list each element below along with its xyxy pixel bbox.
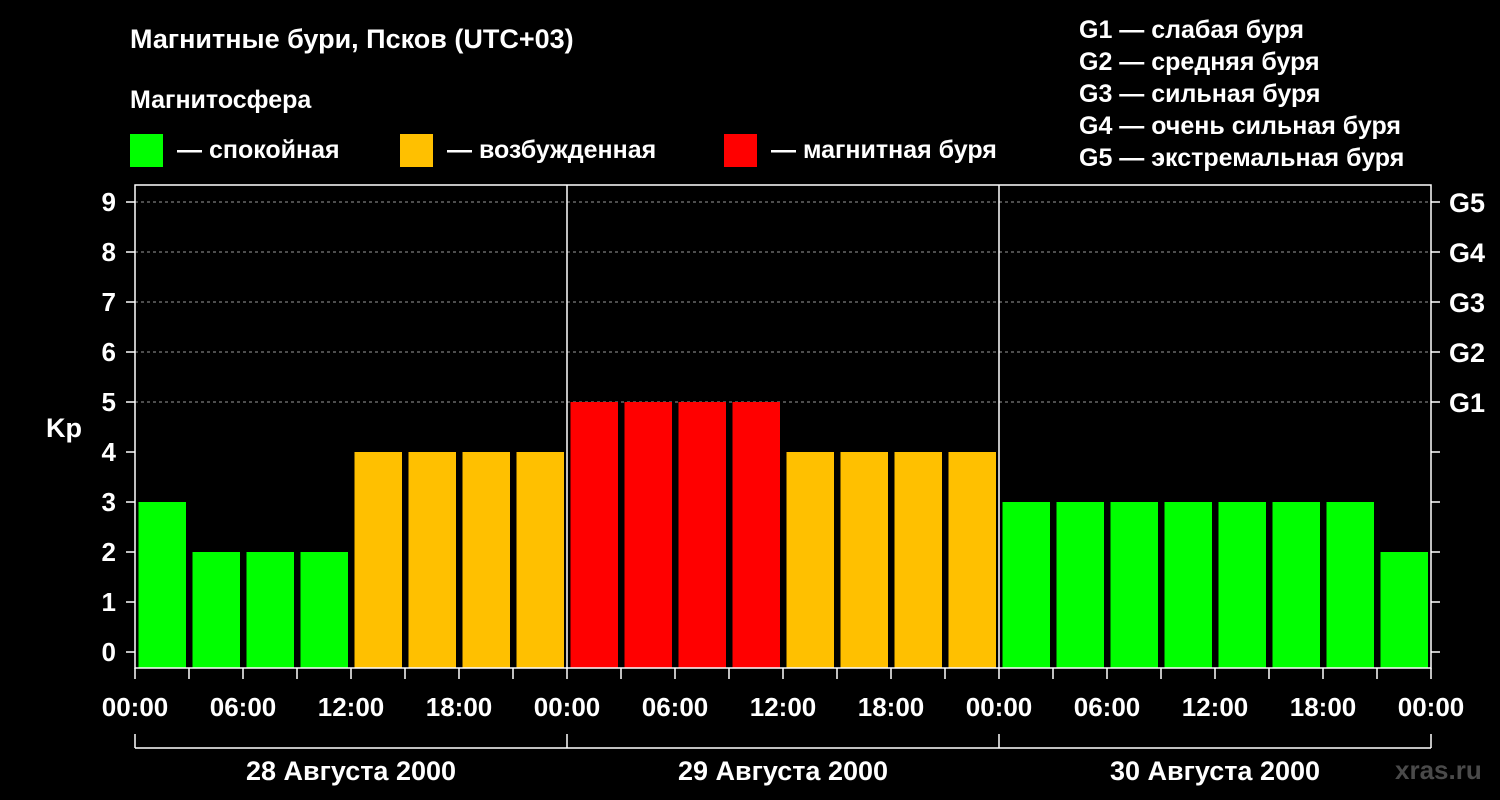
watermark: xras.ru <box>1395 755 1482 785</box>
bar-0 <box>138 502 186 668</box>
bar-18 <box>1110 502 1158 668</box>
bar-7 <box>516 452 564 668</box>
x-tick-label-0: 00:00 <box>102 692 169 722</box>
x-tick-label-5: 06:00 <box>642 692 709 722</box>
bar-20 <box>1218 502 1266 668</box>
y-tick-label-5: 5 <box>102 387 116 417</box>
y-tick-label-6: 6 <box>102 337 116 367</box>
g-scale-label-G5: G5 <box>1449 188 1485 218</box>
bar-4 <box>354 452 402 668</box>
bar-21 <box>1272 502 1320 668</box>
bar-15 <box>948 452 996 668</box>
g-scale-label-G1: G1 <box>1449 388 1485 418</box>
bar-11 <box>732 402 780 668</box>
day-label-1: 29 Августа 2000 <box>678 756 888 786</box>
y-tick-label-8: 8 <box>102 237 116 267</box>
day-label-0: 28 Августа 2000 <box>246 756 456 786</box>
x-tick-label-9: 06:00 <box>1074 692 1141 722</box>
x-tick-label-8: 00:00 <box>966 692 1033 722</box>
g-scale-label-G4: G4 <box>1449 238 1485 268</box>
y-tick-label-9: 9 <box>102 187 116 217</box>
bar-5 <box>408 452 456 668</box>
x-tick-label-10: 12:00 <box>1182 692 1249 722</box>
bar-6 <box>462 452 510 668</box>
bar-12 <box>786 452 834 668</box>
y-tick-label-1: 1 <box>102 587 116 617</box>
bar-8 <box>570 402 618 668</box>
x-tick-label-7: 18:00 <box>858 692 925 722</box>
y-tick-label-4: 4 <box>102 437 117 467</box>
x-tick-label-4: 00:00 <box>534 692 601 722</box>
y-tick-label-3: 3 <box>102 487 116 517</box>
bar-23 <box>1380 552 1428 668</box>
y-tick-label-0: 0 <box>102 637 116 667</box>
day-label-2: 30 Августа 2000 <box>1110 756 1320 786</box>
bar-19 <box>1164 502 1212 668</box>
bar-16 <box>1002 502 1050 668</box>
bar-10 <box>678 402 726 668</box>
x-tick-label-1: 06:00 <box>210 692 277 722</box>
x-tick-label-3: 18:00 <box>426 692 493 722</box>
x-tick-label-12: 00:00 <box>1398 692 1465 722</box>
x-tick-label-11: 18:00 <box>1290 692 1357 722</box>
g-scale-label-G2: G2 <box>1449 338 1485 368</box>
y-axis-label: Kp <box>46 413 82 443</box>
bar-13 <box>840 452 888 668</box>
x-tick-label-6: 12:00 <box>750 692 817 722</box>
bar-14 <box>894 452 942 668</box>
y-tick-label-2: 2 <box>102 537 116 567</box>
bar-22 <box>1326 502 1374 668</box>
kp-bar-chart: Kp 0 1 2 3 4 5 6 7 8 9 G1 G2 G3 G4 G5 00:00 06:00 12:00 18… <box>46 184 1485 786</box>
bar-3 <box>300 552 348 668</box>
y-tick-label-7: 7 <box>102 287 116 317</box>
bar-17 <box>1056 502 1104 668</box>
bar-9 <box>624 402 672 668</box>
x-tick-label-2: 12:00 <box>318 692 385 722</box>
bar-2 <box>246 552 294 668</box>
bar-1 <box>192 552 240 668</box>
g-scale-label-G3: G3 <box>1449 288 1485 318</box>
